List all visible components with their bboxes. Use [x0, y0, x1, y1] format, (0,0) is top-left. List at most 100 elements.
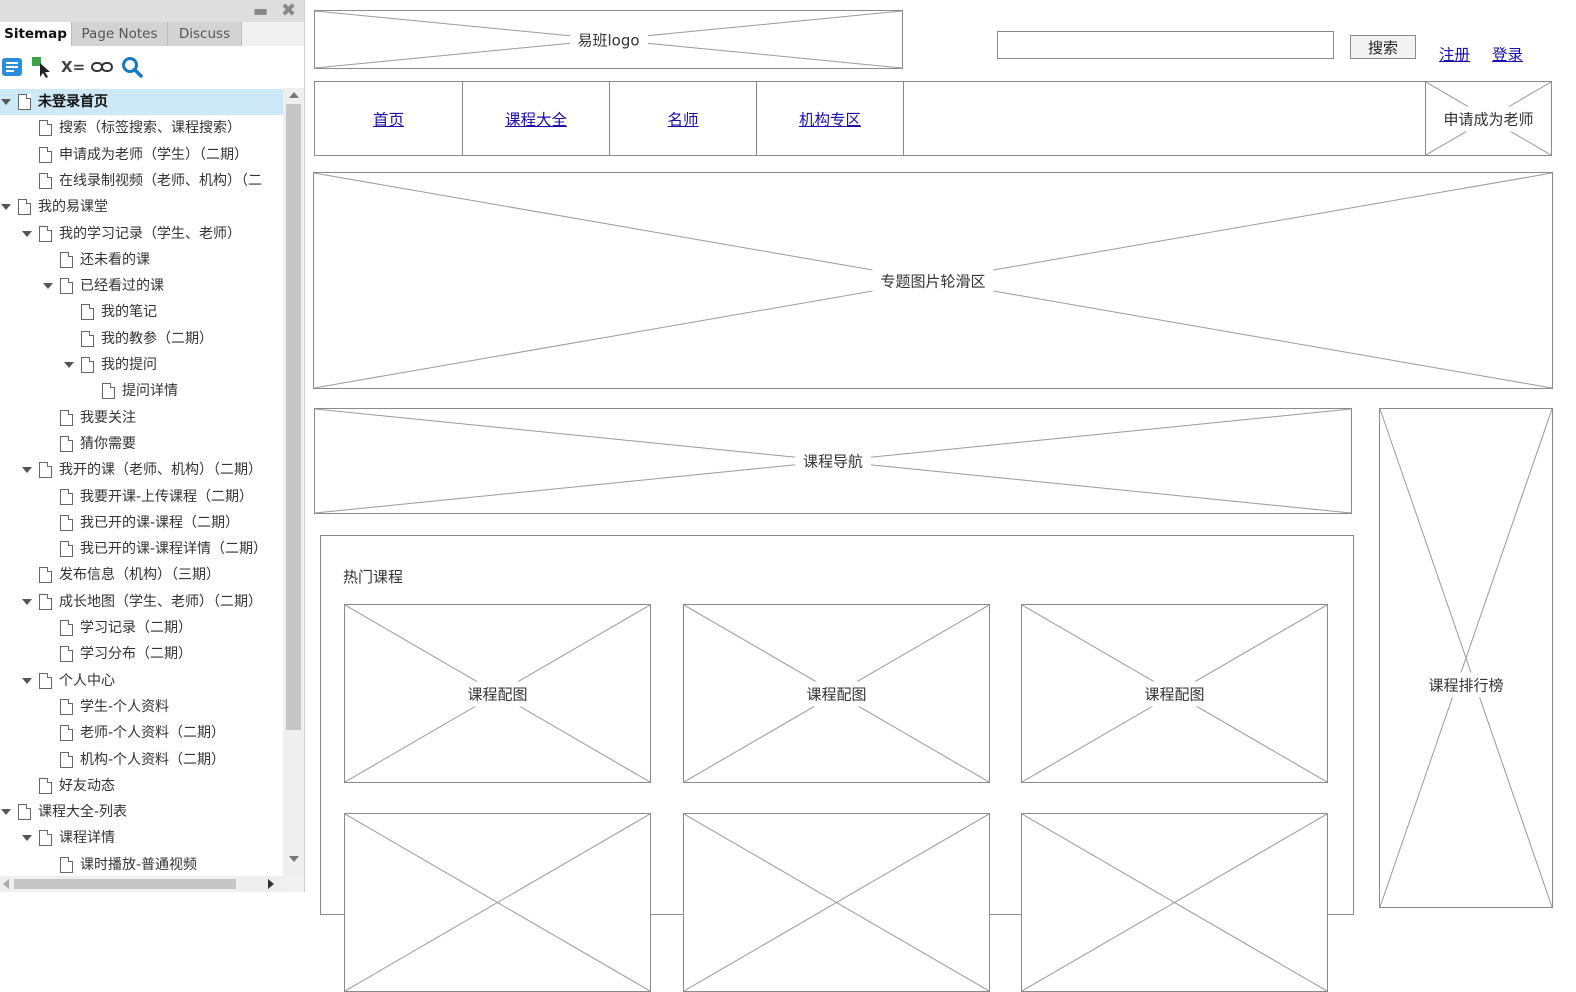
course-image-placeholder[interactable] [344, 813, 651, 992]
sitemap-item[interactable]: 我的教参（二期） [0, 326, 283, 352]
course-image-placeholder[interactable]: 课程配图 [344, 604, 651, 783]
sitemap-item[interactable]: 猜你需要 [0, 431, 283, 457]
sitemap-item[interactable]: 我要关注 [0, 405, 283, 431]
search-input[interactable] [997, 31, 1334, 59]
scrollbar-thumb[interactable] [286, 104, 301, 730]
sitemap-item[interactable]: 在线录制视频（老师、机构）（二 [0, 168, 283, 194]
scroll-right-icon[interactable] [268, 879, 274, 889]
sitemap-item[interactable]: 学习分布（二期） [0, 641, 283, 667]
horizontal-scrollbar-thumb[interactable] [14, 879, 236, 889]
page-icon [39, 593, 52, 610]
sitemap-item[interactable]: 学生-个人资料 [0, 694, 283, 720]
expand-toggle-icon[interactable] [21, 457, 33, 483]
sitemap-item[interactable]: 发布信息（机构）（三期） [0, 562, 283, 588]
page-icon [18, 94, 31, 110]
search-button[interactable]: 搜索 [1350, 35, 1416, 59]
scroll-up-icon[interactable] [289, 92, 299, 98]
sitemap-item-label: 学习记录（二期） [80, 620, 192, 636]
link-icon[interactable] [91, 56, 113, 78]
sitemap-item[interactable]: 申请成为老师（学生）（二期） [0, 142, 283, 168]
page-icon [39, 462, 52, 479]
sitemap-item-label: 我开的课（老师、机构）（二期） [59, 462, 262, 479]
sitemap-item[interactable]: 个人中心 [0, 668, 283, 694]
sitemap-item-label: 我的易课堂 [38, 199, 108, 216]
horizontal-scrollbar[interactable] [0, 876, 284, 892]
tab-page-notes[interactable]: Page Notes [72, 22, 168, 46]
sitemap-item-label: 提问详情 [122, 383, 178, 400]
sitemap-item[interactable]: 未登录首页 [0, 89, 283, 115]
select-pointer-icon[interactable] [31, 56, 53, 78]
sitemap-item[interactable]: 我的笔记 [0, 299, 283, 325]
sitemap-item[interactable]: 课程详情 [0, 825, 283, 851]
sitemap-item[interactable]: 课程大全-列表 [0, 799, 283, 825]
expand-toggle-icon[interactable] [21, 589, 33, 615]
expand-toggle-icon[interactable] [21, 668, 33, 694]
register-link[interactable]: 注册 [1439, 43, 1470, 65]
add-page-icon[interactable] [1, 56, 23, 78]
sitemap-item-label: 我要关注 [80, 409, 136, 426]
pane-titlebar: ▬ ✖ [0, 0, 304, 22]
sitemap-toolbar: X= [0, 46, 304, 89]
nav-link-courses[interactable]: 课程大全 [505, 108, 567, 130]
sitemap-item-label: 我要开课-上传课程（二期） [80, 488, 254, 505]
scroll-left-icon[interactable] [3, 879, 9, 889]
sitemap-item[interactable]: 我已开的课-课程（二期） [0, 510, 283, 536]
page-icon [60, 514, 73, 531]
apply-teacher-placeholder[interactable]: 申请成为老师 [1425, 81, 1552, 156]
search-icon[interactable] [121, 56, 143, 78]
page-icon [39, 120, 52, 137]
sitemap-item[interactable]: 老师-个人资料（二期） [0, 720, 283, 746]
expand-toggle-icon[interactable] [0, 194, 12, 220]
nav-link-institutions[interactable]: 机构专区 [799, 108, 861, 130]
page-icon [60, 620, 73, 636]
sitemap-item[interactable]: 我要开课-上传课程（二期） [0, 484, 283, 510]
sitemap-item[interactable]: 我的易课堂 [0, 194, 283, 220]
vertical-scrollbar[interactable] [284, 88, 303, 876]
sitemap-item[interactable]: 课时播放-普通视频 [0, 852, 283, 876]
tab-sitemap[interactable]: Sitemap [0, 22, 72, 46]
page-icon [60, 751, 73, 768]
course-image-placeholder[interactable] [1021, 813, 1328, 992]
course-image-placeholder[interactable]: 课程配图 [683, 604, 990, 783]
sitemap-tree: 未登录首页 搜索（标签搜索、课程搜索） 申请成为老师（学生）（二期） 在线录制视频（老… [0, 88, 283, 876]
page-icon [81, 357, 94, 373]
course-image-placeholder[interactable]: 课程配图 [1021, 604, 1328, 783]
course-image-label: 课程配图 [798, 681, 875, 706]
sitemap-item[interactable]: 还未看的课 [0, 247, 283, 273]
tab-discuss[interactable]: Discuss [168, 22, 242, 46]
sitemap-item[interactable]: 我已开的课-课程详情（二期） [0, 536, 283, 562]
expand-toggle-icon[interactable] [0, 799, 12, 825]
variables-icon[interactable]: X= [61, 58, 85, 76]
expand-toggle-icon[interactable] [0, 89, 12, 115]
close-icon[interactable]: ✖ [281, 1, 296, 21]
expand-toggle-icon[interactable] [21, 221, 33, 247]
sitemap-item[interactable]: 已经看过的课 [0, 273, 283, 299]
scroll-down-icon[interactable] [289, 856, 299, 862]
nav-link-home[interactable]: 首页 [373, 108, 404, 130]
page-icon [39, 777, 52, 794]
sitemap-item[interactable]: 我的学习记录（学生、老师） [0, 221, 283, 247]
login-link[interactable]: 登录 [1492, 43, 1523, 65]
sitemap-item[interactable]: 成长地图（学生、老师）（二期） [0, 589, 283, 615]
expand-toggle-icon[interactable] [63, 352, 75, 378]
sitemap-item-label: 我的教参（二期） [101, 330, 213, 347]
sitemap-item[interactable]: 我的提问 [0, 352, 283, 378]
nav-link-teachers[interactable]: 名师 [667, 108, 698, 130]
pane-tabs: Sitemap Page Notes Discuss [0, 22, 304, 46]
nav-item-home: 首页 [315, 82, 463, 155]
minimize-icon[interactable]: ▬ [253, 1, 268, 21]
hot-courses-title: 热门课程 [343, 568, 404, 586]
sitemap-item[interactable]: 提问详情 [0, 378, 283, 404]
sitemap-item[interactable]: 我开的课（老师、机构）（二期） [0, 457, 283, 483]
page-icon [39, 146, 52, 163]
sitemap-item[interactable]: 搜索（标签搜索、课程搜索） [0, 115, 283, 141]
course-image-placeholder[interactable] [683, 813, 990, 992]
sitemap-item-label: 成长地图（学生、老师）（二期） [59, 593, 262, 610]
sitemap-item[interactable]: 学习记录（二期） [0, 615, 283, 641]
page-icon [60, 251, 73, 268]
sitemap-item[interactable]: 机构-个人资料（二期） [0, 747, 283, 773]
sitemap-item-label: 在线录制视频（老师、机构）（二 [59, 172, 262, 189]
expand-toggle-icon[interactable] [42, 273, 54, 299]
sitemap-item[interactable]: 好友动态 [0, 773, 283, 799]
expand-toggle-icon[interactable] [21, 825, 33, 851]
